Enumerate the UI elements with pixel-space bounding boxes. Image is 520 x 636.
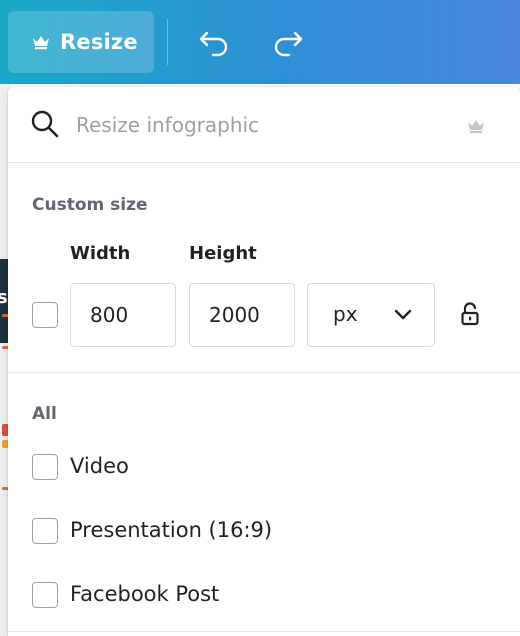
custom-size-heading: Custom size	[32, 195, 148, 215]
search-icon	[31, 110, 59, 138]
option-label: Video	[70, 454, 129, 478]
unlocked-padlock-icon[interactable]	[460, 302, 480, 326]
option-checkbox[interactable]	[32, 582, 58, 608]
height-label: Height	[189, 243, 257, 264]
width-label: Width	[70, 243, 131, 264]
resize-dropdown-panel: Custom size Width Height px All Video Pr…	[8, 87, 520, 636]
chevron-down-icon	[394, 309, 412, 320]
option-label: Facebook Post	[70, 582, 220, 606]
height-input[interactable]	[189, 283, 295, 347]
option-checkbox[interactable]	[32, 518, 58, 544]
toolbar-divider	[167, 19, 168, 65]
redo-icon[interactable]	[272, 26, 304, 58]
option-checkbox[interactable]	[32, 454, 58, 480]
crown-icon	[33, 36, 49, 50]
resize-button[interactable]: Resize	[8, 11, 154, 73]
width-input[interactable]	[70, 283, 176, 347]
unit-select-value: px	[333, 302, 358, 326]
option-presentation[interactable]: Presentation (16:9)	[8, 504, 520, 560]
unit-select[interactable]: px	[307, 283, 435, 347]
section-divider	[8, 372, 520, 373]
option-video[interactable]: Video	[8, 440, 520, 496]
top-toolbar: Resize	[0, 0, 520, 84]
custom-size-checkbox[interactable]	[32, 302, 58, 328]
resize-button-label: Resize	[60, 30, 138, 54]
all-heading: All	[32, 404, 57, 424]
section-divider	[8, 631, 520, 632]
option-label: Presentation (16:9)	[70, 518, 273, 542]
option-facebook-post[interactable]: Facebook Post	[8, 568, 520, 624]
search-input[interactable]	[76, 107, 456, 143]
search-row	[8, 87, 520, 163]
undo-icon[interactable]	[198, 26, 230, 58]
crown-icon	[468, 120, 484, 134]
